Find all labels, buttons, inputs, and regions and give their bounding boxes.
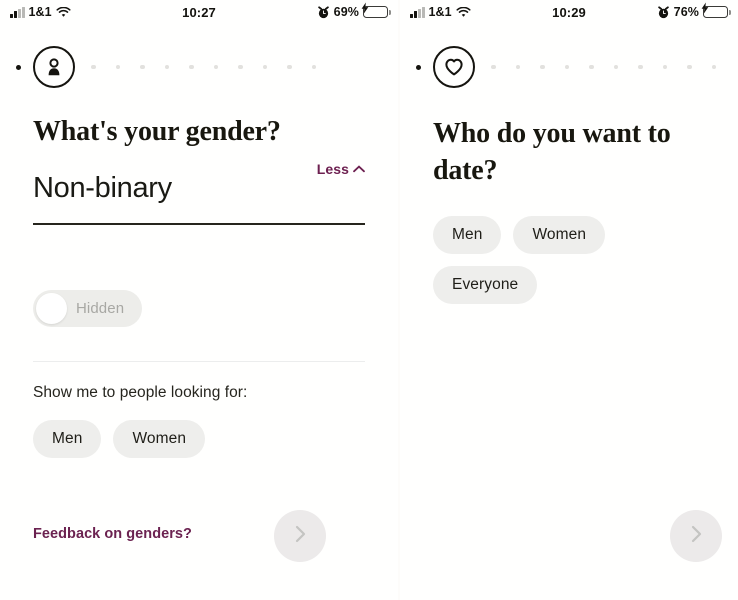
alarm-clock-icon — [657, 5, 670, 19]
gender-select-field[interactable]: Less Non-binary — [33, 161, 365, 225]
wifi-icon — [456, 6, 471, 18]
chevron-up-icon — [353, 165, 365, 173]
less-toggle-label: Less — [316, 161, 349, 177]
less-toggle-link[interactable]: Less — [317, 161, 365, 177]
section-divider — [33, 360, 365, 362]
field-underline — [33, 223, 365, 225]
footer-left: Feedback on genders? — [0, 508, 398, 600]
hidden-toggle-label: Hidden — [76, 299, 125, 317]
progress-dot-completed — [16, 64, 21, 70]
chevron-right-icon — [690, 524, 703, 549]
status-bar-left-group-2: 1&1 — [410, 5, 471, 19]
next-button[interactable] — [670, 510, 722, 562]
gender-screen: 1&1 10:27 69% What's your gender? Less N… — [0, 0, 398, 600]
carrier-label: 1&1 — [28, 5, 52, 19]
onboarding-progress-left — [0, 24, 398, 88]
cellular-bars-icon — [410, 6, 425, 18]
carrier-label: 1&1 — [428, 5, 452, 19]
feedback-link[interactable]: Feedback on genders? — [33, 526, 192, 542]
chip-men[interactable]: Men — [433, 215, 502, 254]
dating-preference-screen: 1&1 10:29 76% Who do you want to date? M… — [400, 0, 738, 600]
alarm-clock-icon — [317, 5, 330, 19]
gender-value[interactable]: Non-binary — [33, 172, 365, 223]
progress-dots-remaining — [491, 64, 736, 70]
chip-everyone[interactable]: Everyone — [433, 265, 538, 304]
status-bar-left-group: 1&1 — [10, 5, 71, 19]
page-title: What's your gender? — [33, 116, 281, 147]
status-bar-right: 1&1 10:29 76% — [400, 0, 738, 24]
screenshot-root: 1&1 10:27 69% What's your gender? Less N… — [0, 0, 738, 600]
time-label: 10:29 — [552, 4, 586, 20]
chip-men[interactable]: Men — [33, 419, 102, 458]
show-me-label: Show me to people looking for: — [33, 383, 248, 401]
chevron-right-icon — [294, 524, 307, 549]
next-button[interactable] — [274, 510, 326, 562]
wifi-icon — [56, 6, 71, 18]
page-title: Who do you want to date? — [433, 118, 671, 186]
status-bar-right-group: 69% — [317, 2, 391, 19]
battery-charging-icon — [701, 2, 731, 19]
progress-dots-remaining — [91, 64, 336, 70]
status-bar-left: 1&1 10:27 69% — [0, 0, 398, 24]
heart-icon — [433, 46, 475, 88]
progress-dot-completed — [416, 64, 421, 70]
date-preference-chip-group: Men Women Everyone — [433, 215, 713, 304]
time-label: 10:27 — [182, 4, 216, 20]
battery-percent-label: 69% — [333, 5, 359, 19]
toggle-knob — [36, 292, 67, 324]
chip-women[interactable]: Women — [513, 215, 606, 254]
hidden-toggle-row: Hidden — [33, 289, 398, 329]
chip-women[interactable]: Women — [113, 419, 206, 458]
show-me-chip-group: Men Women — [33, 419, 323, 458]
cellular-bars-icon — [10, 6, 25, 18]
person-icon — [33, 46, 75, 88]
battery-percent-label: 76% — [673, 5, 699, 19]
footer-right — [400, 508, 738, 600]
onboarding-progress-right — [400, 24, 738, 88]
status-bar-right-group-2: 76% — [657, 2, 731, 19]
battery-charging-icon — [361, 2, 391, 19]
hidden-toggle[interactable]: Hidden — [33, 289, 143, 327]
